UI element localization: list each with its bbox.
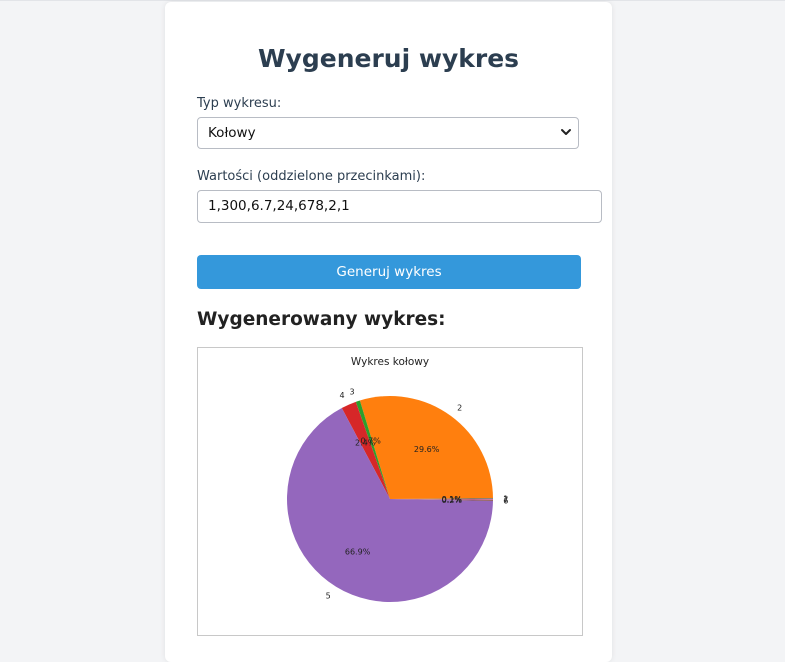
values-label: Wartości (oddzielone przecinkami): — [197, 169, 426, 184]
chevron-down-icon — [561, 129, 571, 135]
pie-percent-label-7: 0.1% — [442, 495, 463, 504]
chart-image: Wykres kołowy 1 0.1% 2 29.6% 3 0.7% 4 2.4% 5 66.9… — [197, 347, 583, 636]
pie-category-label-3: 3 — [350, 387, 355, 396]
pie-percent-label-2: 29.6% — [414, 445, 440, 454]
pie-category-label-7: 7 — [503, 495, 508, 504]
page-title: Wygeneruj wykres — [257, 44, 520, 73]
chart-type-label: Typ wykresu: — [197, 96, 282, 111]
pie-chart: Wykres kołowy 10.1%229.6%30.7%42.4%566.9… — [286, 356, 508, 602]
chart-type-select[interactable]: Kołowy — [197, 117, 579, 149]
chart-title: Wykres kołowy — [351, 356, 429, 368]
generate-chart-button[interactable]: Generuj wykres — [197, 255, 581, 289]
top-border — [0, 0, 785, 1]
form-card: Wygeneruj wykres Typ wykresu: Kołowy War… — [165, 2, 612, 662]
values-input[interactable]: 1,300,6.7,24,678,2,1 — [197, 190, 602, 223]
result-heading: Wygenerowany wykres: — [197, 309, 446, 330]
pie-category-label-4: 4 — [340, 391, 345, 400]
pie-category-label-5: 5 — [326, 592, 331, 601]
chart-type-value: Kołowy — [208, 125, 256, 141]
pie-category-label-2: 2 — [457, 404, 462, 413]
pie-percent-label-5: 66.9% — [345, 548, 371, 557]
pie-percent-label-4: 2.4% — [355, 438, 376, 447]
